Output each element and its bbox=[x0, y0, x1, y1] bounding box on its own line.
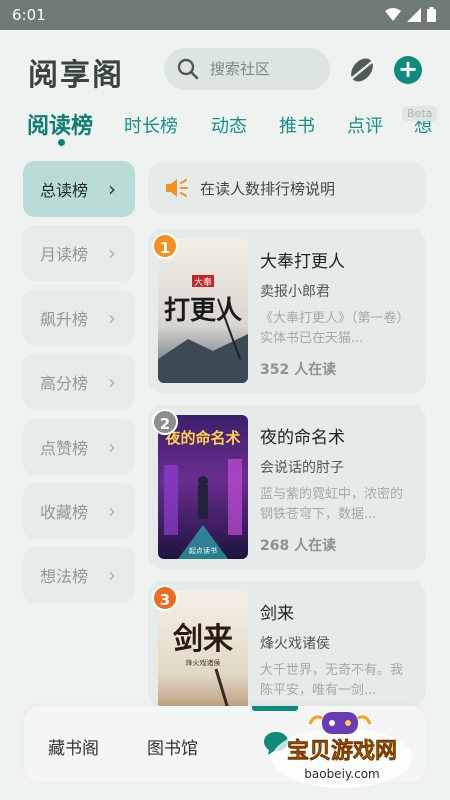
wifi-icon bbox=[385, 7, 401, 21]
book-description: 《大奉打更人》（第一卷）实体书已在天猫... bbox=[260, 311, 410, 346]
watermark-url: baobeiy.com bbox=[304, 767, 379, 781]
book-card[interactable]: 夜的命名术 起点读书 2 夜的命名术 会说话的肘子 蓝与紫的霓虹中，浓密的钢铁苍… bbox=[148, 405, 426, 569]
rank-badge: 1 bbox=[152, 233, 178, 259]
book-author: 烽火戏诸侯 bbox=[260, 636, 330, 652]
sidebar-item-label: 想法榜 bbox=[40, 567, 89, 586]
planet-icon[interactable] bbox=[346, 54, 378, 86]
book-description: 大千世界，无奇不有。我陈平安，唯有一剑... bbox=[260, 663, 404, 698]
book-title: 夜的命名术 bbox=[260, 428, 345, 448]
chevron-right-icon: › bbox=[108, 370, 116, 394]
nav-bookshelf[interactable]: 藏书阁 bbox=[48, 734, 99, 759]
chevron-right-icon: › bbox=[108, 241, 116, 265]
reader-count: 352 人在读 bbox=[260, 362, 337, 378]
search-input[interactable] bbox=[208, 59, 322, 79]
battery-icon bbox=[427, 7, 436, 22]
rank-badge: 3 bbox=[152, 585, 178, 611]
sidebar-item-rising[interactable]: 飙升榜 › bbox=[23, 290, 135, 346]
active-tab-indicator bbox=[58, 139, 65, 146]
book-card[interactable]: 剑来 烽火戏诸侯 3 剑来 烽火戏诸侯 大千世界，无奇不有。我陈平安，唯有一剑.… bbox=[148, 581, 426, 706]
sidebar-item-label: 点赞榜 bbox=[40, 439, 89, 458]
app-title: 阅享阁 bbox=[28, 58, 124, 93]
watermark-text: 宝贝游戏网 bbox=[287, 738, 397, 764]
chevron-right-icon: › bbox=[108, 177, 116, 201]
chevron-right-icon: › bbox=[108, 499, 116, 523]
tab-feed[interactable]: 动态 bbox=[211, 112, 247, 138]
cover-title: 夜的命名术 bbox=[164, 429, 240, 447]
status-time: 6:01 bbox=[12, 6, 46, 24]
status-icons bbox=[385, 7, 436, 22]
cover-small-text: 烽火戏诸侯 bbox=[186, 658, 221, 667]
signal-icon bbox=[407, 7, 421, 22]
watermark-logo: 宝贝游戏网 baobeiy.com bbox=[272, 712, 412, 788]
sidebar-item-label: 高分榜 bbox=[40, 374, 89, 393]
search-bar[interactable] bbox=[164, 48, 330, 90]
ranking-notice[interactable]: 在读人数排行榜说明 bbox=[148, 162, 426, 214]
sidebar-item-total[interactable]: 总读榜 › bbox=[23, 161, 135, 217]
book-author: 会说话的肘子 bbox=[260, 460, 344, 476]
search-icon bbox=[177, 58, 199, 80]
book-cover: 夜的命名术 起点读书 bbox=[158, 415, 248, 559]
status-bar: 6:01 bbox=[0, 0, 450, 30]
sidebar-item-label: 收藏榜 bbox=[40, 503, 89, 522]
chevron-right-icon: › bbox=[108, 306, 116, 330]
book-title: 大奉打更人 bbox=[260, 252, 345, 272]
cover-title: 剑来 bbox=[173, 622, 233, 657]
tab-duration-rank[interactable]: 时长榜 bbox=[124, 112, 178, 138]
tab-reading-rank[interactable]: 阅读榜 bbox=[27, 108, 93, 140]
sidebar-item-label: 月读榜 bbox=[40, 245, 89, 264]
nav-library[interactable]: 图书馆 bbox=[147, 734, 198, 759]
book-author: 卖报小郎君 bbox=[260, 284, 330, 300]
chevron-right-icon: › bbox=[108, 563, 116, 587]
beta-badge: Beta bbox=[402, 106, 438, 121]
book-card[interactable]: 打更人 大奉 1 大奉打更人 卖报小郎君 《大奉打更人》（第一卷）实体书已在天猫… bbox=[148, 229, 426, 393]
cover-small-text: 大奉 bbox=[194, 276, 212, 288]
sidebar-item-favorites[interactable]: 收藏榜 › bbox=[23, 483, 135, 539]
book-title: 剑来 bbox=[260, 604, 294, 624]
cover-title: 打更人 bbox=[164, 296, 242, 326]
notice-text: 在读人数排行榜说明 bbox=[200, 179, 336, 198]
chevron-right-icon: › bbox=[108, 435, 116, 459]
reader-count: 268 人在读 bbox=[260, 538, 337, 554]
speaker-icon bbox=[166, 179, 188, 197]
rank-badge: 2 bbox=[152, 409, 178, 435]
sidebar-item-ideas[interactable]: 想法榜 › bbox=[23, 547, 135, 603]
sidebar-item-monthly[interactable]: 月读榜 › bbox=[23, 225, 135, 281]
tab-bar: 阅读榜 时长榜 动态 推书 点评 想 bbox=[0, 108, 450, 148]
sidebar-item-label: 飙升榜 bbox=[40, 310, 89, 329]
add-button[interactable]: + bbox=[394, 56, 422, 84]
sidebar-item-label: 总读榜 bbox=[40, 181, 89, 200]
tab-recommend[interactable]: 推书 bbox=[279, 112, 315, 138]
tab-review[interactable]: 点评 bbox=[347, 112, 383, 138]
sidebar-item-top-rated[interactable]: 高分榜 › bbox=[23, 354, 135, 410]
sidebar-item-likes[interactable]: 点赞榜 › bbox=[23, 419, 135, 475]
book-description: 蓝与紫的霓虹中，浓密的钢铁苍穹下，数据... bbox=[260, 487, 404, 522]
cover-small-text: 起点读书 bbox=[189, 546, 217, 555]
book-cover: 打更人 大奉 bbox=[158, 239, 248, 383]
